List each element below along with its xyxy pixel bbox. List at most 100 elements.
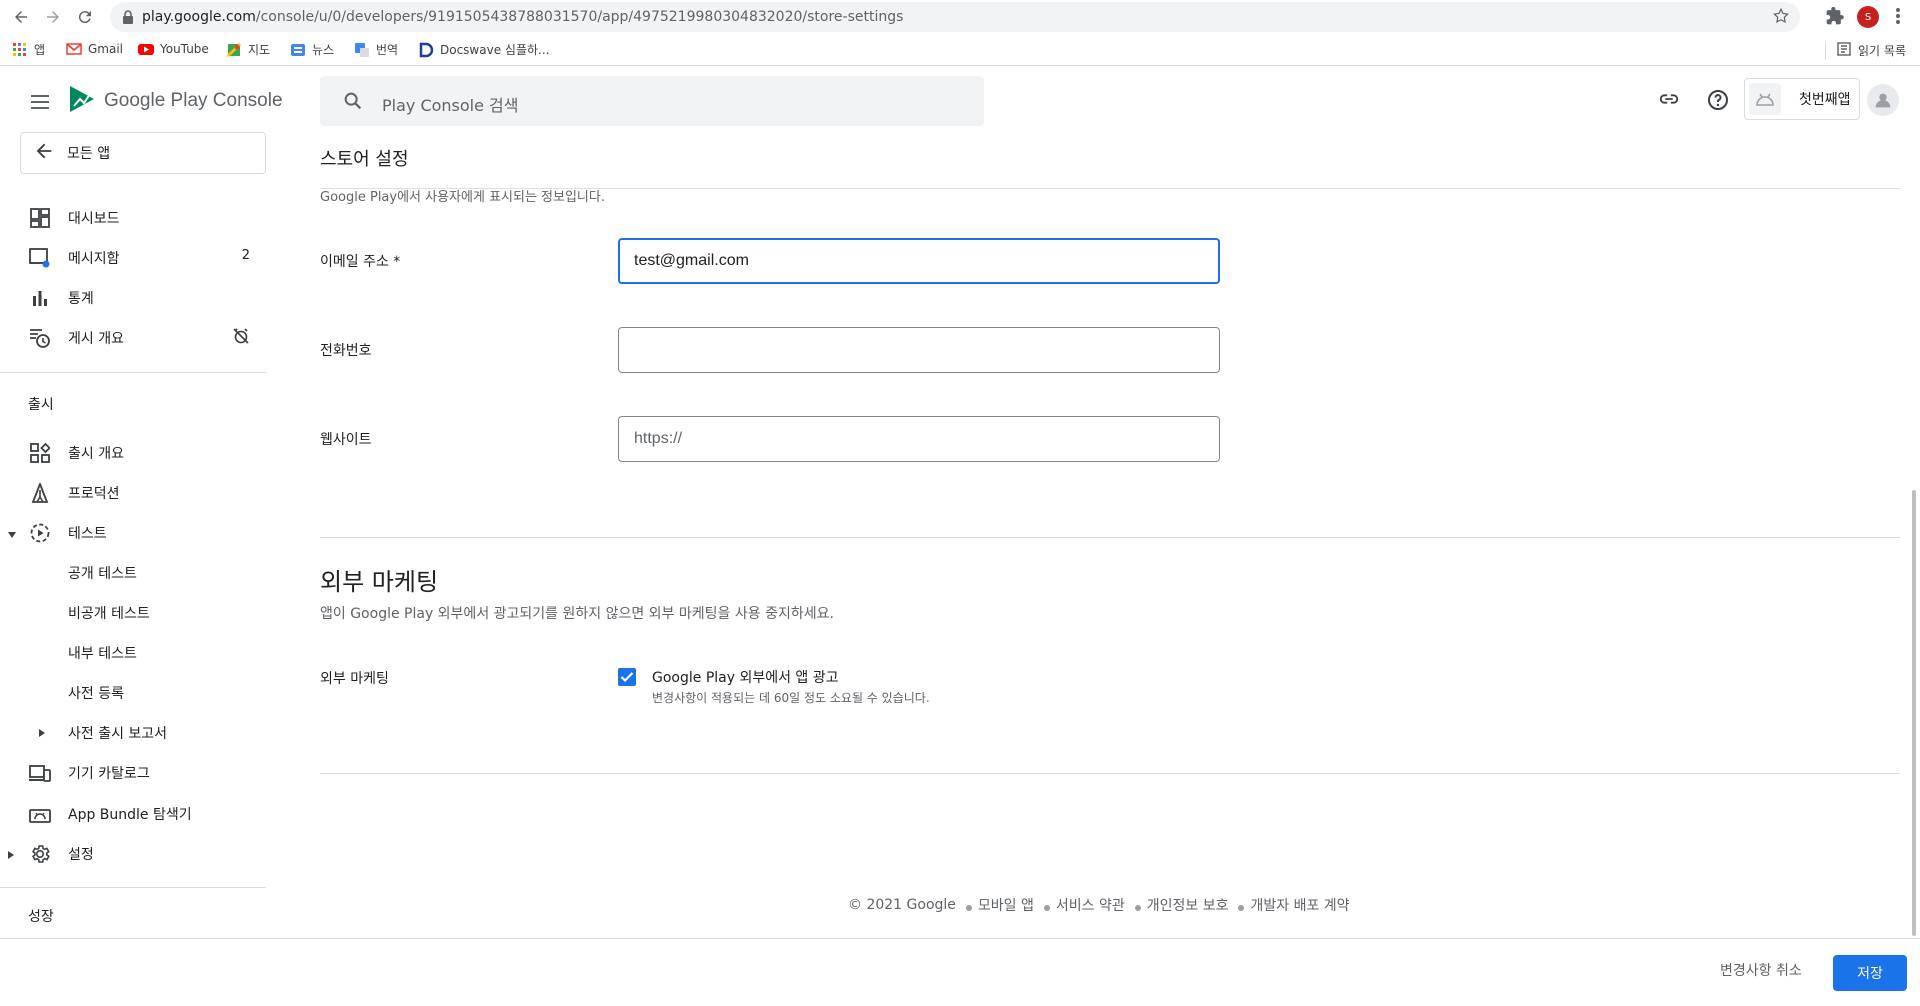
chevron-down-icon[interactable] bbox=[7, 527, 17, 543]
sidebar-item-statistics[interactable]: 통계 bbox=[0, 278, 266, 316]
production-icon bbox=[28, 481, 52, 505]
sidebar-item-app-bundle-explorer[interactable]: App Bundle 탐색기 bbox=[0, 794, 266, 832]
url-text: play.google.com/console/u/0/developers/9… bbox=[142, 9, 904, 25]
sidebar-section-growth: 성장 bbox=[28, 909, 54, 925]
app-selector[interactable]: 첫번째앱 bbox=[1744, 78, 1860, 120]
sidebar-item-pre-registration[interactable]: 사전 등록 bbox=[0, 673, 266, 711]
phone-field[interactable] bbox=[618, 327, 1220, 373]
help-icon[interactable] bbox=[1706, 88, 1730, 116]
footer-separator bbox=[965, 905, 972, 911]
sidebar-item-production[interactable]: 프로덕션 bbox=[0, 473, 266, 511]
extensions-icon[interactable] bbox=[1825, 6, 1845, 30]
sidebar-item-internal-testing[interactable]: 내부 테스트 bbox=[0, 633, 266, 671]
discard-changes-button[interactable]: 변경사항 취소 bbox=[1720, 960, 1802, 980]
section-divider bbox=[320, 773, 1900, 774]
sidebar-item-label: 프로덕션 bbox=[68, 486, 120, 502]
footer-copyright: © 2021 Google bbox=[848, 897, 956, 913]
sidebar-item-pre-launch-report[interactable]: 사전 출시 보고서 bbox=[0, 713, 266, 751]
sidebar-item-settings[interactable]: 설정 bbox=[0, 834, 266, 872]
chevron-right-icon[interactable] bbox=[30, 721, 54, 745]
save-button[interactable]: 저장 bbox=[1833, 955, 1907, 991]
bookmarks-separator bbox=[1825, 41, 1827, 60]
maps-icon bbox=[226, 42, 242, 58]
title-divider bbox=[320, 188, 1900, 189]
sidebar-item-publishing-overview[interactable]: 게시 개요 bbox=[0, 318, 266, 356]
bookmark-apps[interactable]: 앱 bbox=[12, 41, 45, 58]
sidebar-item-closed-testing[interactable]: 비공개 테스트 bbox=[0, 593, 266, 631]
bookmark-label: 앱 bbox=[34, 43, 46, 57]
email-label: 이메일 주소 * bbox=[320, 254, 401, 270]
footer-link-terms[interactable]: 서비스 약관 bbox=[1056, 895, 1125, 915]
news-icon bbox=[290, 42, 306, 58]
bookmark-news[interactable]: 뉴스 bbox=[290, 41, 334, 58]
website-field[interactable] bbox=[618, 416, 1220, 462]
apps-grid-icon bbox=[12, 42, 28, 58]
arrow-back-icon bbox=[33, 140, 57, 166]
more-vert-icon[interactable] bbox=[1894, 6, 1902, 30]
forward-icon[interactable] bbox=[42, 6, 64, 28]
sidebar-item-label: 공개 테스트 bbox=[68, 566, 137, 582]
sidebar-item-dashboard[interactable]: 대시보드 bbox=[0, 198, 266, 236]
external-marketing-label: 외부 마케팅 bbox=[320, 671, 389, 687]
sidebar-item-label: 게시 개요 bbox=[68, 331, 124, 347]
translate-icon bbox=[354, 42, 370, 58]
back-icon[interactable] bbox=[10, 6, 32, 28]
browser-profile-avatar[interactable]: S bbox=[1857, 6, 1879, 28]
footer-link-privacy[interactable]: 개인정보 보호 bbox=[1147, 895, 1229, 915]
sidebar-item-testing[interactable]: 테스트 bbox=[0, 513, 266, 551]
sidebar-item-label: 설정 bbox=[68, 847, 94, 863]
sidebar-item-open-testing[interactable]: 공개 테스트 bbox=[0, 553, 266, 591]
all-apps-button[interactable]: 모든 앱 bbox=[20, 132, 266, 174]
checkmark-icon bbox=[620, 668, 634, 687]
footer: © 2021 Google 모바일 앱 서비스 약관 개인정보 보호 개발자 배… bbox=[848, 895, 1350, 915]
section-divider bbox=[320, 537, 1900, 538]
bookmark-maps[interactable]: 지도 bbox=[226, 41, 270, 58]
sidebar-item-device-catalog[interactable]: 기기 카탈로그 bbox=[0, 753, 266, 791]
bar-chart-icon bbox=[28, 286, 52, 310]
sidebar-item-inbox[interactable]: 메시지함 2 bbox=[0, 238, 266, 276]
email-field[interactable] bbox=[618, 238, 1220, 284]
browser-toolbar: play.google.com/console/u/0/developers/9… bbox=[0, 0, 1920, 34]
link-icon[interactable] bbox=[1658, 88, 1680, 114]
bookmark-label: Gmail bbox=[88, 42, 124, 56]
reading-list-label: 읽기 목록 bbox=[1858, 44, 1906, 58]
external-marketing-checkbox-label[interactable]: Google Play 외부에서 앱 광고 bbox=[652, 667, 839, 687]
bookmark-docswave[interactable]: Docswave 심플하... bbox=[418, 41, 549, 58]
sidebar-item-release-overview[interactable]: 출시 개요 bbox=[0, 433, 266, 471]
gmail-icon bbox=[66, 41, 82, 57]
console-search[interactable]: Play Console 검색 bbox=[320, 76, 984, 126]
reload-icon[interactable] bbox=[74, 6, 96, 28]
bookmark-translate[interactable]: 번역 bbox=[354, 41, 398, 58]
chevron-right-icon[interactable] bbox=[7, 848, 15, 864]
bookmark-youtube[interactable]: YouTube bbox=[138, 41, 209, 57]
bookmarks-bar: 앱 Gmail YouTube 지도 뉴스 번역 Docswave 심플하...… bbox=[0, 34, 1920, 66]
profile-initial: S bbox=[1864, 11, 1872, 23]
bookmark-label: 뉴스 bbox=[312, 43, 335, 57]
bookmark-gmail[interactable]: Gmail bbox=[66, 41, 123, 57]
all-apps-label: 모든 앱 bbox=[67, 146, 111, 162]
address-bar[interactable]: play.google.com/console/u/0/developers/9… bbox=[110, 2, 1800, 32]
sidebar-item-label: 출시 개요 bbox=[68, 446, 124, 462]
footer-link-dda[interactable]: 개발자 배포 계약 bbox=[1250, 895, 1349, 915]
sidebar-divider bbox=[0, 887, 266, 888]
page-title: 스토어 설정 bbox=[320, 149, 409, 170]
play-console-logo-icon bbox=[68, 84, 96, 118]
bookmark-star-icon[interactable] bbox=[1772, 7, 1790, 29]
reading-list-button[interactable]: 읽기 목록 bbox=[1825, 41, 1906, 60]
external-marketing-checkbox[interactable] bbox=[618, 668, 636, 686]
external-marketing-title: 외부 마케팅 bbox=[320, 568, 439, 596]
hamburger-menu-icon[interactable] bbox=[28, 90, 52, 118]
play-console-logo[interactable]: Google Play Console bbox=[68, 84, 283, 118]
lock-icon bbox=[122, 9, 134, 28]
app-name: 첫번째앱 bbox=[1799, 92, 1851, 108]
external-marketing-help-text: 변경사항이 적용되는 데 60일 정도 소요될 수 있습니다. bbox=[652, 691, 930, 705]
page-scrollbar[interactable] bbox=[1912, 490, 1916, 936]
sidebar-item-label: 사전 출시 보고서 bbox=[68, 726, 168, 742]
sidebar-item-label: 기기 카탈로그 bbox=[68, 766, 150, 782]
dashboard-icon bbox=[28, 206, 52, 230]
bookmark-label: Docswave 심플하... bbox=[440, 43, 550, 57]
sidebar-item-label: 대시보드 bbox=[68, 211, 120, 227]
account-avatar[interactable] bbox=[1867, 84, 1899, 116]
footer-link-mobile-app[interactable]: 모바일 앱 bbox=[978, 895, 1034, 915]
docswave-icon bbox=[418, 42, 434, 58]
